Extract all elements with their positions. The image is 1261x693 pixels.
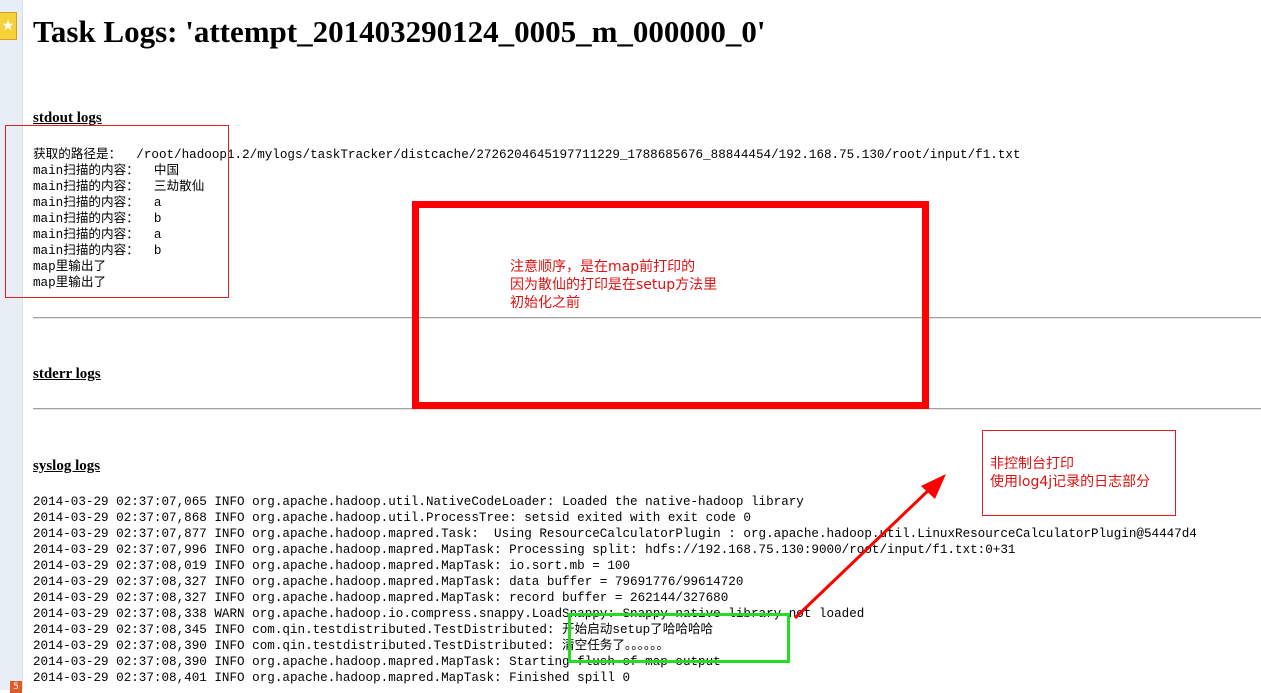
log-line: 2014-03-29 02:37:07,877 INFO org.apache.… bbox=[33, 527, 1197, 541]
page-title: Task Logs: 'attempt_201403290124_0005_m_… bbox=[33, 14, 766, 49]
order-note-line: 注意顺序，是在map前打印的 bbox=[510, 259, 696, 275]
console-note: 非控制台打印 使用log4j记录的日志部分 bbox=[990, 455, 1150, 491]
log-line: 2014-03-29 02:37:08,401 INFO org.apache.… bbox=[33, 671, 631, 685]
console-note-line: 使用log4j记录的日志部分 bbox=[990, 474, 1151, 490]
syslog-logs-link[interactable]: syslog logs bbox=[33, 458, 100, 475]
log-line: 2014-03-29 02:37:08,019 INFO org.apache.… bbox=[33, 559, 631, 573]
log-line: 2014-03-29 02:37:08,327 INFO org.apache.… bbox=[33, 591, 729, 605]
console-note-line: 非控制台打印 bbox=[990, 456, 1074, 472]
order-note: 注意顺序，是在map前打印的 因为散仙的打印是在setup方法里 初始化之前 bbox=[510, 258, 717, 312]
star-icon[interactable]: ★ bbox=[0, 12, 17, 40]
log-line: 2014-03-29 02:37:08,327 INFO org.apache.… bbox=[33, 575, 744, 589]
order-note-line: 因为散仙的打印是在setup方法里 bbox=[510, 277, 718, 293]
order-note-line: 初始化之前 bbox=[510, 295, 580, 311]
stderr-logs-link[interactable]: stderr logs bbox=[33, 366, 101, 383]
tab-badge: 5 bbox=[10, 681, 22, 693]
browser-sidebar: ★ 5 bbox=[0, 0, 23, 693]
setup-highlight-box bbox=[568, 613, 790, 663]
log-line: 2014-03-29 02:37:07,996 INFO org.apache.… bbox=[33, 543, 1016, 557]
stdout-highlight-box bbox=[5, 125, 229, 298]
